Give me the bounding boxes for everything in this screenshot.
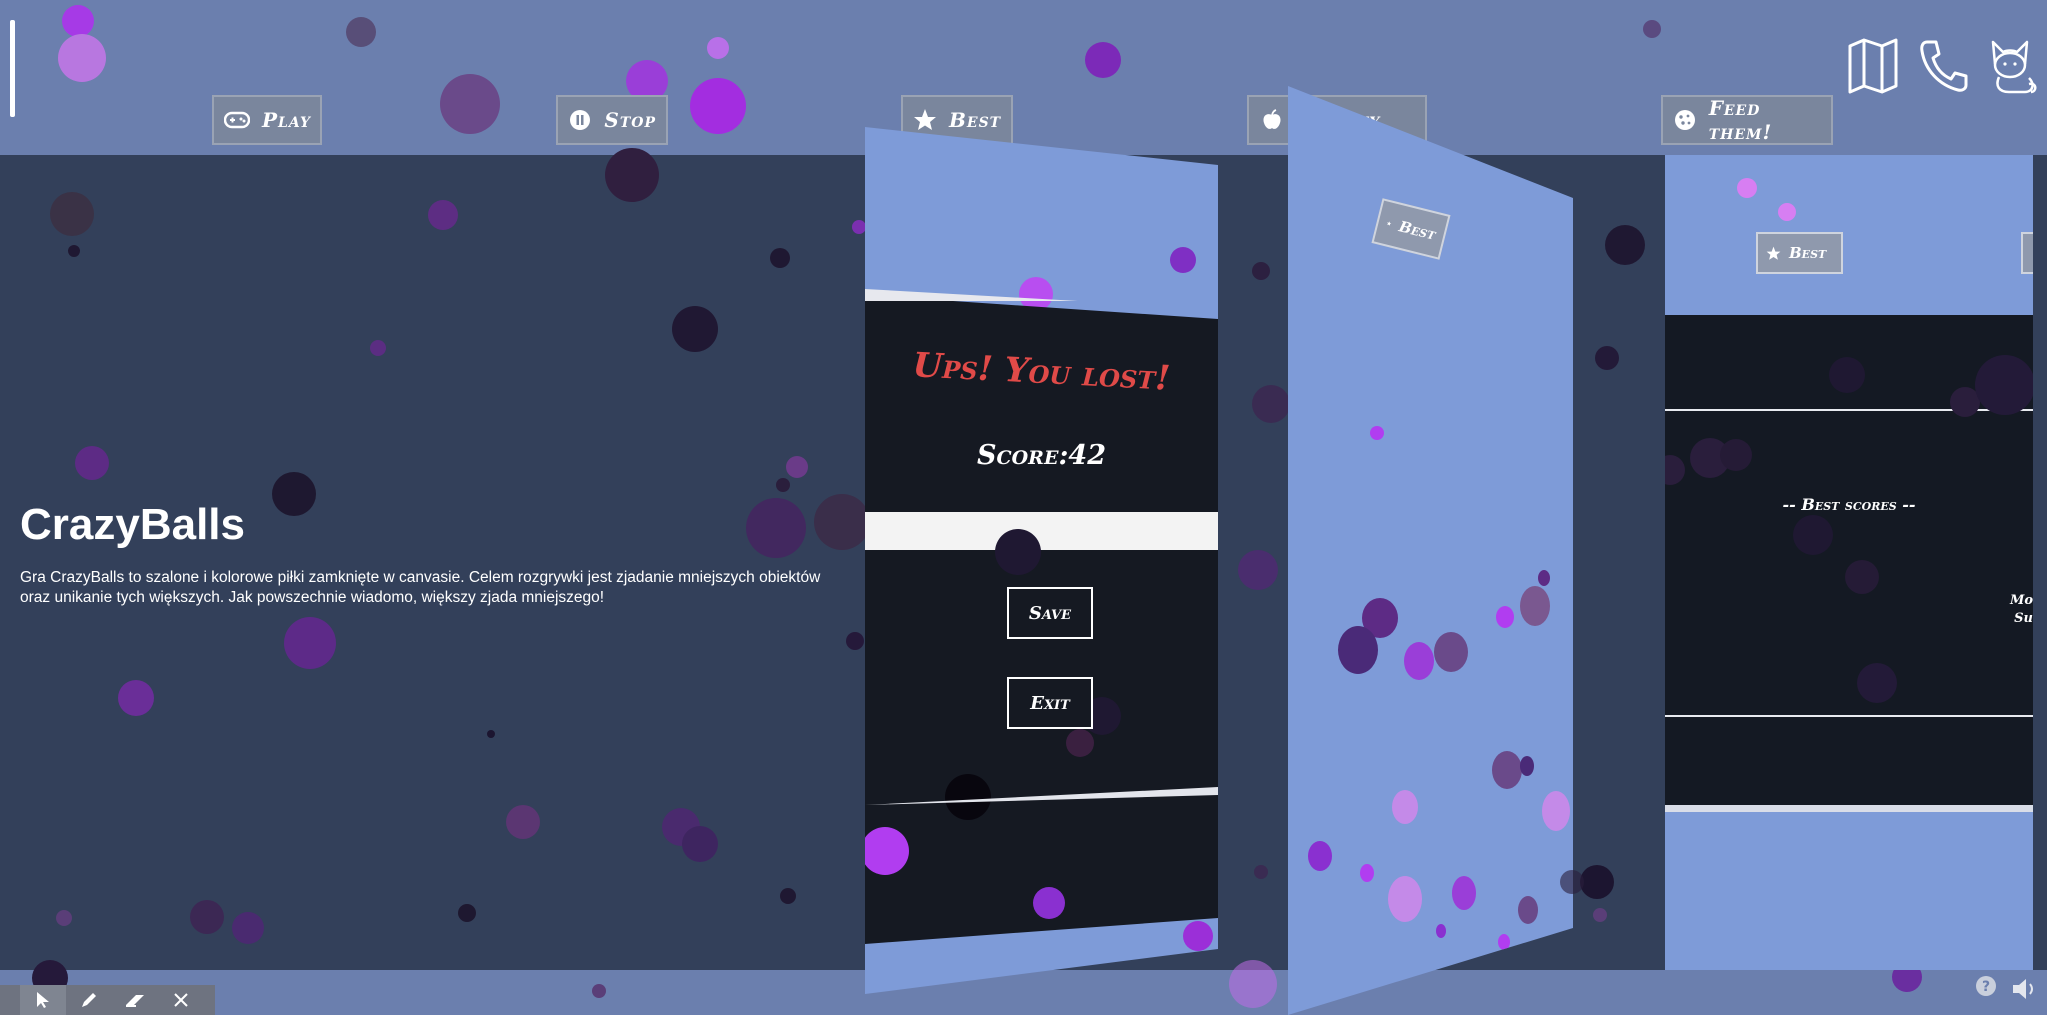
ball — [1066, 729, 1094, 757]
ball — [1845, 560, 1879, 594]
ball — [945, 774, 991, 820]
game-title: CrazyBalls — [20, 500, 246, 549]
ball — [1338, 626, 1378, 674]
card-best-button[interactable]: Best — [1371, 198, 1451, 260]
best-scores-title: -- Best scores -- — [1782, 495, 1916, 514]
cat-icon[interactable] — [1987, 38, 2039, 94]
bottom-bar — [0, 970, 2047, 1015]
pause-icon — [568, 107, 592, 133]
ball — [1538, 570, 1550, 586]
phone-icon[interactable] — [1917, 38, 1969, 94]
card-best-label: Best — [1789, 244, 1827, 262]
card-next-button[interactable] — [2021, 232, 2033, 274]
help-icon[interactable]: ? — [1975, 975, 1997, 997]
stop-label: Stop — [604, 108, 656, 132]
rotated-card: Best — [1288, 86, 1573, 1015]
pencil-tool[interactable] — [66, 985, 112, 1015]
card-best-button[interactable]: Best — [1756, 232, 1843, 274]
stop-button[interactable]: Stop — [556, 95, 668, 145]
divider — [1665, 805, 2033, 812]
ball — [1392, 790, 1418, 824]
ball — [1492, 751, 1522, 789]
star-icon — [1387, 221, 1392, 226]
pointer-icon — [37, 992, 49, 1008]
ball — [1829, 357, 1865, 393]
best-scores-card: Best -- Best scores -- Mo Su — [1665, 155, 2033, 970]
player-name-input[interactable] — [865, 512, 1218, 550]
ball — [1720, 439, 1752, 471]
ball — [1404, 642, 1434, 680]
close-tool[interactable] — [158, 985, 204, 1015]
ball — [1434, 632, 1468, 672]
best-scores-side-text: Mo Su — [2010, 592, 2033, 628]
ball — [1857, 663, 1897, 703]
top-icons — [1847, 38, 2039, 94]
save-button[interactable]: Save — [1007, 587, 1093, 639]
pointer-tool[interactable] — [20, 985, 66, 1015]
ball — [1737, 178, 1757, 198]
ball — [1183, 921, 1213, 951]
ball — [1975, 355, 2033, 415]
score-value: 42 — [1068, 440, 1106, 471]
ball — [1518, 896, 1538, 924]
ball — [1360, 864, 1374, 882]
map-icon[interactable] — [1847, 38, 1899, 94]
ball — [1370, 426, 1384, 440]
drawing-toolbar — [0, 985, 215, 1015]
feed-button[interactable]: Feed them! — [1661, 95, 1833, 145]
ball — [1388, 876, 1422, 922]
ball — [1436, 924, 1446, 938]
close-icon — [174, 993, 188, 1007]
side-text-line: Mo — [2009, 593, 2033, 608]
ball — [1452, 876, 1476, 910]
feed-label: Feed them! — [1708, 96, 1773, 144]
ball — [1542, 791, 1570, 831]
score-label: Score: — [977, 440, 1069, 471]
score-display: Score:42 — [865, 440, 1218, 471]
ball — [1793, 515, 1833, 555]
ball — [1170, 247, 1196, 273]
cookie-icon — [1673, 107, 1697, 133]
game-description: Gra CrazyBalls to szalone i kolorowe pił… — [20, 569, 821, 606]
card-best-label: Best — [1396, 217, 1438, 244]
ball — [1498, 934, 1510, 950]
star-icon — [1766, 246, 1781, 260]
ball — [1496, 606, 1514, 628]
divider — [1665, 715, 2033, 717]
eraser-tool[interactable] — [112, 985, 158, 1015]
ball — [995, 529, 1041, 575]
ball — [1778, 203, 1796, 221]
intro-section: CrazyBalls Gra CrazyBalls to szalone i k… — [20, 500, 850, 608]
apple-icon — [1259, 107, 1285, 133]
play-label: Play — [262, 108, 312, 132]
star-icon — [913, 107, 937, 133]
ball — [1520, 756, 1534, 776]
exit-button[interactable]: Exit — [1007, 677, 1093, 729]
side-text-line: Su — [2014, 611, 2033, 626]
ball — [1520, 586, 1550, 626]
sound-icon[interactable] — [2010, 975, 2040, 1003]
pencil-icon — [82, 993, 96, 1007]
ball — [1033, 887, 1065, 919]
svg-text:?: ? — [1982, 979, 1990, 995]
gamepad-icon — [224, 107, 250, 133]
cursor-line — [10, 20, 15, 117]
eraser-icon — [126, 995, 144, 1007]
toolbar-edge — [0, 985, 20, 1015]
best-label: Best — [949, 108, 1002, 132]
play-button[interactable]: Play — [212, 95, 322, 145]
ball — [1308, 841, 1332, 871]
game-over-card: Ups! You lost! Score:42 Save Exit — [865, 127, 1218, 994]
